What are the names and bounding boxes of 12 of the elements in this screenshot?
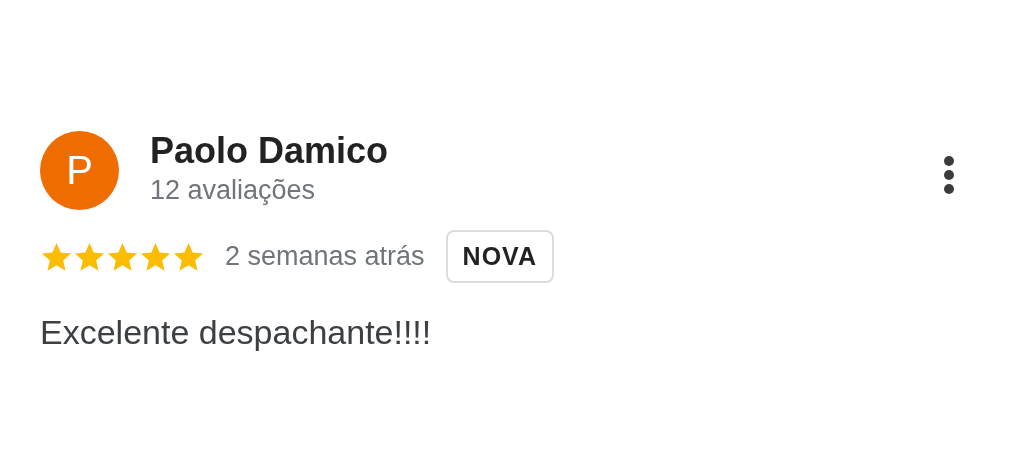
avatar: P [40,131,119,210]
new-badge: NOVA [445,230,554,283]
star-icon [139,240,172,273]
review-time: 2 semanas atrás [225,241,425,272]
review-text: Excelente despachante!!!! [40,313,433,352]
author-name[interactable]: Paolo Damico [150,131,943,171]
star-icon [40,240,73,273]
star-icon [172,240,205,273]
review-count: 12 avaliações [150,174,317,207]
more-options-icon[interactable] [943,155,955,195]
star-icon [106,240,139,273]
star-icon [73,240,106,273]
